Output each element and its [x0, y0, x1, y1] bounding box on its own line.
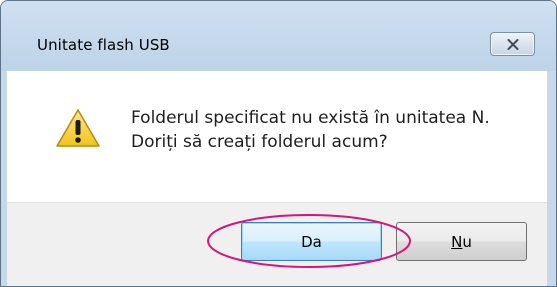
no-button-label-rest: u — [462, 232, 472, 251]
close-button[interactable] — [490, 32, 535, 56]
no-button[interactable]: Nu — [396, 222, 527, 261]
close-icon — [507, 38, 518, 50]
yes-button-label: Da — [301, 232, 322, 251]
warning-icon — [56, 109, 100, 147]
button-bar: Da Nu — [7, 202, 547, 286]
dialog-message: Folderul specificat nu există în unitate… — [131, 106, 490, 154]
dialog-window: Unitate flash USB Folderul specificat nu… — [0, 0, 557, 287]
message-line-1: Folderul specificat nu există în unitate… — [131, 108, 490, 128]
dialog-content: Folderul specificat nu există în unitate… — [7, 71, 547, 202]
no-button-mnemonic: N — [451, 232, 463, 251]
yes-button[interactable]: Da — [241, 222, 382, 261]
message-line-2: Doriți să creați folderul acum? — [131, 132, 388, 152]
dialog-title: Unitate flash USB — [37, 36, 170, 54]
title-bar[interactable]: Unitate flash USB — [1, 1, 556, 71]
